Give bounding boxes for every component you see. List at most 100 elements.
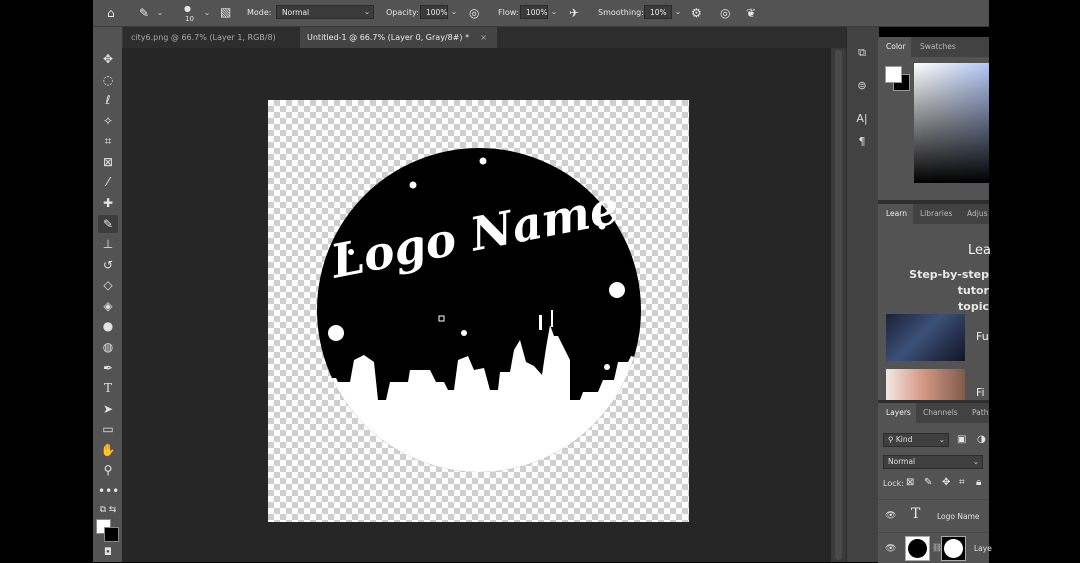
tab-paths[interactable]: Path: [972, 403, 989, 423]
tab-swatches[interactable]: Swatches: [920, 37, 970, 57]
lock-all-icon[interactable]: 🔒︎: [976, 477, 981, 489]
type-tool-icon[interactable]: T: [98, 379, 118, 397]
star-dot: [328, 325, 344, 341]
airbrush-icon[interactable]: ✈: [569, 7, 579, 19]
blend-mode-value: Normal: [888, 457, 916, 466]
filter-pixel-layer-icon[interactable]: ▣: [957, 434, 966, 446]
layer-name[interactable]: Logo Name: [937, 512, 980, 521]
symmetry-butterfly-icon[interactable]: ❦: [746, 7, 756, 19]
chevron-down-icon[interactable]: ⌄: [548, 5, 560, 19]
filter-adjustment-layer-icon[interactable]: ◑: [977, 434, 986, 446]
layer-thumbnail: [905, 536, 930, 561]
dodge-tool-icon[interactable]: ◍: [98, 338, 118, 356]
brush-preset-dot-icon[interactable]: ●: [184, 3, 191, 15]
star-dot: [609, 282, 625, 298]
tab-channels[interactable]: Channels: [923, 403, 963, 423]
pressure-opacity-icon[interactable]: ◎: [469, 7, 479, 19]
layer-row-logo-name[interactable]: 👁︎ T Logo Name: [878, 499, 989, 533]
close-icon[interactable]: ×: [480, 27, 487, 48]
eye-icon[interactable]: 👁︎: [885, 544, 896, 554]
history-brush-tool-icon[interactable]: ↺: [98, 256, 118, 274]
tab-label: Untitled-1 @ 66.7% (Layer 0, Gray/8#) *: [307, 33, 470, 42]
tab-adjustments[interactable]: Adjus: [967, 204, 989, 224]
crop-tool-icon[interactable]: ⌗: [98, 132, 118, 150]
properties-panel-icon[interactable]: ⊜: [853, 78, 871, 94]
layer-name[interactable]: Laye: [974, 544, 992, 553]
mode-label: Mode:: [247, 8, 272, 17]
tutorial-card-title[interactable]: Fi: [976, 386, 985, 399]
path-selection-tool-icon[interactable]: ➤: [98, 400, 118, 418]
healing-brush-tool-icon[interactable]: ✚: [98, 194, 118, 212]
layer-filter-select[interactable]: ⚲ Kind ⌄: [883, 433, 949, 447]
eye-icon[interactable]: 👁︎: [885, 511, 896, 521]
chevron-down-icon[interactable]: ⌄: [672, 5, 684, 19]
tab-color[interactable]: Color: [878, 37, 911, 57]
marquee-tool-icon[interactable]: ◌: [98, 71, 118, 89]
star-dot: [409, 181, 417, 189]
chevron-down-icon[interactable]: ⌄: [154, 6, 166, 20]
layer-mask-thumbnail[interactable]: [941, 536, 966, 561]
layer-thumbnail-circle: [908, 539, 927, 558]
foreground-color-swatch[interactable]: [885, 66, 902, 83]
tutorial-thumbnail[interactable]: [886, 369, 965, 402]
more-tools-icon[interactable]: •••: [98, 482, 119, 500]
magic-wand-tool-icon[interactable]: ✧: [98, 112, 118, 130]
layer-row-layer-0[interactable]: 👁︎ ⛓︎ Laye: [878, 532, 992, 563]
smoothing-input[interactable]: 10%: [644, 5, 672, 19]
mode-select[interactable]: Normal: [276, 5, 374, 19]
flow-input[interactable]: 100%: [520, 5, 548, 19]
tab-learn[interactable]: Learn: [878, 204, 913, 224]
pen-tool-icon[interactable]: ✒: [98, 359, 118, 377]
hand-tool-icon[interactable]: ✋: [98, 441, 118, 459]
clone-stamp-tool-icon[interactable]: ⊥: [98, 235, 118, 253]
move-tool-icon[interactable]: ✥: [98, 50, 118, 68]
text-layer-icon: T: [911, 506, 921, 522]
learn-subheading: Step-by-step tutor topic: [893, 267, 989, 315]
character-panel-icon[interactable]: A|: [853, 111, 871, 127]
gear-icon[interactable]: ⚙: [691, 7, 702, 19]
prevent-auto-nesting-icon[interactable]: ⌗: [959, 477, 965, 489]
vertical-scrollbar[interactable]: [831, 48, 846, 562]
quick-mask-icon[interactable]: ◘: [98, 544, 118, 562]
home-icon[interactable]: ⌂: [107, 7, 115, 19]
search-icon: ⚲: [888, 435, 894, 444]
frame-tool-icon[interactable]: ⊠: [98, 153, 118, 171]
smoothing-label: Smoothing:: [598, 8, 644, 17]
layer-mask-circle: [944, 539, 963, 558]
pressure-size-icon[interactable]: ◎: [720, 7, 730, 19]
filter-kind-label: Kind: [895, 435, 913, 444]
opacity-input[interactable]: 100%: [420, 5, 448, 19]
paint-bucket-tool-icon[interactable]: ◈: [98, 297, 118, 315]
eraser-tool-icon[interactable]: ◇: [98, 276, 118, 294]
lock-position-icon[interactable]: ✥: [942, 477, 950, 489]
blur-tool-icon[interactable]: ●: [98, 317, 118, 335]
tab-layers[interactable]: Layers: [878, 403, 916, 423]
left-letterbox: [0, 0, 93, 562]
lock-image-pixels-icon[interactable]: ✎: [924, 477, 932, 489]
rectangle-tool-icon[interactable]: ▭: [98, 420, 118, 438]
zoom-tool-icon[interactable]: ⚲: [98, 461, 118, 479]
default-colors-icon[interactable]: ⧉ ⇆: [98, 501, 118, 519]
lasso-tool-icon[interactable]: ℓ: [98, 91, 118, 109]
tab-untitled-1[interactable]: Untitled-1 @ 66.7% (Layer 0, Gray/8#) * …: [300, 27, 497, 48]
tutorial-thumbnail[interactable]: [886, 314, 965, 361]
tab-label: city6.png @ 66.7% (Layer 1, RGB/8): [131, 33, 276, 42]
chevron-down-icon[interactable]: ⌄: [448, 5, 460, 19]
blend-mode-select[interactable]: Normal ⌄: [883, 455, 983, 469]
document-canvas[interactable]: Logo Name: [268, 100, 689, 522]
paragraph-panel-icon[interactable]: ¶: [853, 134, 871, 150]
color-panel-tabs: Color Swatches: [878, 37, 989, 57]
background-color-swatch[interactable]: [104, 527, 119, 542]
history-panel-icon[interactable]: ⧉: [853, 45, 871, 61]
color-picker-field[interactable]: [914, 63, 989, 183]
eyedropper-tool-icon[interactable]: ⁄: [98, 173, 118, 191]
scrollbar-thumb[interactable]: [835, 50, 842, 560]
tab-libraries[interactable]: Libraries: [920, 204, 960, 224]
brush-tool-icon[interactable]: ✎: [98, 215, 118, 233]
layers-panel-tabs: Layers Channels Path: [878, 403, 989, 423]
tutorial-card-title[interactable]: Fu: [976, 330, 989, 343]
brush-settings-panel-icon[interactable]: ▧: [220, 6, 231, 18]
brush-icon[interactable]: ✎: [139, 7, 149, 19]
lock-transparent-pixels-icon[interactable]: ⊠: [906, 477, 914, 489]
chevron-down-icon[interactable]: ⌄: [201, 6, 213, 20]
